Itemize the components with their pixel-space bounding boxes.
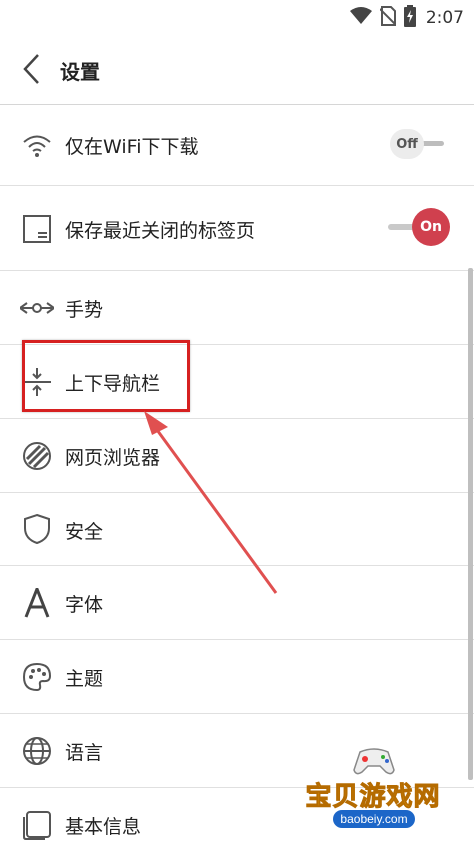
setting-label: 仅在WiFi下下载: [65, 136, 199, 158]
save-tabs-toggle[interactable]: On: [388, 208, 460, 246]
font-a-icon: [20, 586, 54, 620]
watermark-url: baobeiy.com: [333, 810, 415, 828]
setting-gestures[interactable]: 手势: [0, 271, 474, 345]
chevron-left-icon: [20, 54, 44, 90]
setting-label: 安全: [65, 521, 104, 543]
setting-label: 保存最近关闭的标签页: [65, 220, 256, 242]
status-icons: 2:07: [349, 5, 464, 31]
gamepad-icon: [353, 748, 395, 775]
wifi-download-toggle[interactable]: Off: [390, 129, 446, 159]
page-title: 设置: [60, 60, 100, 84]
setting-wifi-download[interactable]: 仅在WiFi下下载 Off: [0, 105, 474, 186]
shield-icon: [20, 512, 54, 546]
globe-icon: [20, 734, 54, 768]
wifi-icon: [349, 7, 372, 29]
setting-save-closed-tabs[interactable]: 保存最近关闭的标签页 On: [0, 186, 474, 271]
toggle-knob: Off: [390, 129, 424, 159]
scrollbar[interactable]: [468, 268, 473, 780]
status-bar: 2:07: [0, 0, 474, 34]
setting-label: 基本信息: [65, 816, 142, 838]
battery-charging-icon: [403, 5, 416, 31]
setting-label: 主题: [65, 668, 104, 690]
info-square-icon: [20, 808, 54, 842]
watermark-text: 宝贝游戏网: [305, 782, 441, 813]
toggle-knob: On: [412, 208, 450, 246]
palette-icon: [20, 660, 54, 694]
no-sim-icon: [379, 6, 397, 30]
highlight-box: [22, 340, 190, 412]
globe-stripes-icon: [20, 439, 54, 473]
watermark: 宝贝游戏网 baobeiy.com: [298, 742, 448, 838]
setting-theme[interactable]: 主题: [0, 640, 474, 714]
status-time: 2:07: [425, 8, 464, 28]
wifi-icon: [20, 128, 54, 162]
annotation-arrow: [144, 411, 278, 594]
setting-label: 语言: [65, 742, 104, 764]
tab-page-icon: [20, 212, 54, 246]
setting-label: 字体: [65, 594, 104, 616]
gesture-icon: [20, 291, 54, 325]
back-button[interactable]: [20, 52, 44, 86]
app-header: 设置: [0, 34, 474, 105]
setting-label: 手势: [65, 299, 104, 321]
